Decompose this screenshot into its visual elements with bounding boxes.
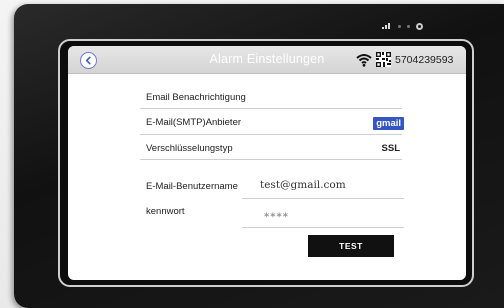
title-bar: Alarm Einstellungen 5704239593 — [68, 46, 466, 74]
password-input[interactable]: **** — [264, 211, 289, 223]
username-input[interactable]: test@gmail.com — [260, 179, 346, 191]
device-status-indicators — [382, 22, 423, 30]
wifi-icon — [356, 54, 372, 67]
provider-select[interactable]: gmail — [373, 117, 404, 130]
input-underline — [242, 198, 404, 199]
gear-icon — [416, 22, 423, 30]
qr-code-icon — [376, 52, 391, 67]
password-label: kennwort — [146, 206, 185, 217]
username-label: E-Mail-Benutzername — [146, 181, 238, 192]
signal-icon — [382, 23, 392, 29]
indicator-dot — [398, 24, 401, 28]
device-screen: Alarm Einstellungen 5704239593 Email Ben… — [68, 46, 466, 280]
encryption-select[interactable]: SSL — [382, 143, 400, 154]
input-underline — [242, 227, 404, 228]
divider — [140, 108, 402, 109]
provider-label: E-Mail(SMTP)Anbieter — [146, 117, 242, 128]
test-button[interactable]: TEST — [308, 235, 394, 257]
device-id: 5704239593 — [395, 54, 454, 66]
indicator-dot — [407, 24, 410, 28]
divider — [140, 159, 402, 160]
encryption-label: Verschlüsselungstyp — [146, 143, 233, 154]
section-title: Email Benachrichtigung — [146, 92, 246, 103]
divider — [140, 134, 402, 135]
